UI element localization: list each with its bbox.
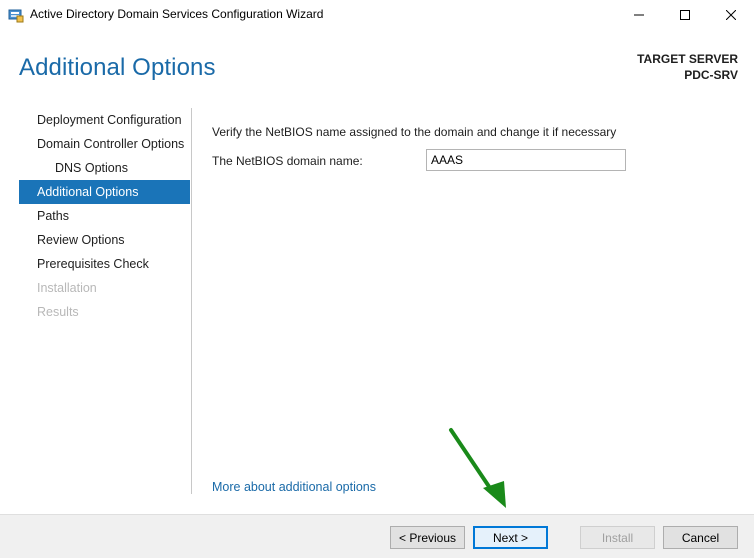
install-button: Install	[580, 526, 655, 549]
nav-item-additional-options[interactable]: Additional Options	[19, 180, 190, 204]
annotation-arrow-icon	[449, 428, 506, 508]
close-button[interactable]	[708, 0, 754, 30]
nav-item-results: Results	[37, 305, 79, 319]
title-bar: Active Directory Domain Services Configu…	[0, 0, 754, 30]
netbios-label: The NetBIOS domain name:	[212, 154, 363, 168]
more-about-additional-options-link[interactable]: More about additional options	[212, 480, 376, 494]
nav-divider	[191, 108, 192, 494]
nav-item-deployment-configuration[interactable]: Deployment Configuration	[19, 108, 190, 132]
nav-item-installation: Installation	[37, 281, 97, 295]
minimize-icon	[634, 14, 644, 16]
window-title: Active Directory Domain Services Configu…	[30, 7, 324, 21]
minimize-button[interactable]	[616, 0, 662, 30]
maximize-button[interactable]	[662, 0, 708, 30]
maximize-icon	[680, 10, 690, 20]
page-title: Additional Options	[19, 54, 216, 81]
netbios-instruction: Verify the NetBIOS name assigned to the …	[212, 125, 617, 139]
nav-item-domain-controller-options[interactable]: Domain Controller Options	[19, 132, 190, 156]
target-server-label: TARGET SERVER	[637, 52, 738, 66]
cancel-button[interactable]: Cancel	[663, 526, 738, 549]
target-server: TARGET SERVER PDC-SRV	[637, 51, 738, 83]
close-icon	[726, 10, 736, 20]
target-server-name: PDC-SRV	[684, 68, 738, 82]
next-button[interactable]: Next >	[473, 526, 548, 549]
nav-item-review-options[interactable]: Review Options	[19, 228, 190, 252]
nav-item-paths[interactable]: Paths	[19, 204, 190, 228]
server-manager-icon	[8, 9, 24, 23]
nav-item-dns-options[interactable]: DNS Options	[19, 156, 190, 180]
wizard-window: Active Directory Domain Services Configu…	[0, 0, 754, 558]
previous-button[interactable]: < Previous	[390, 526, 465, 549]
wizard-footer: < Previous Next > Install Cancel	[0, 514, 754, 558]
nav-item-prerequisites-check[interactable]: Prerequisites Check	[19, 252, 190, 276]
wizard-nav: Deployment Configuration Domain Controll…	[19, 108, 190, 324]
netbios-name-input[interactable]	[426, 149, 626, 171]
